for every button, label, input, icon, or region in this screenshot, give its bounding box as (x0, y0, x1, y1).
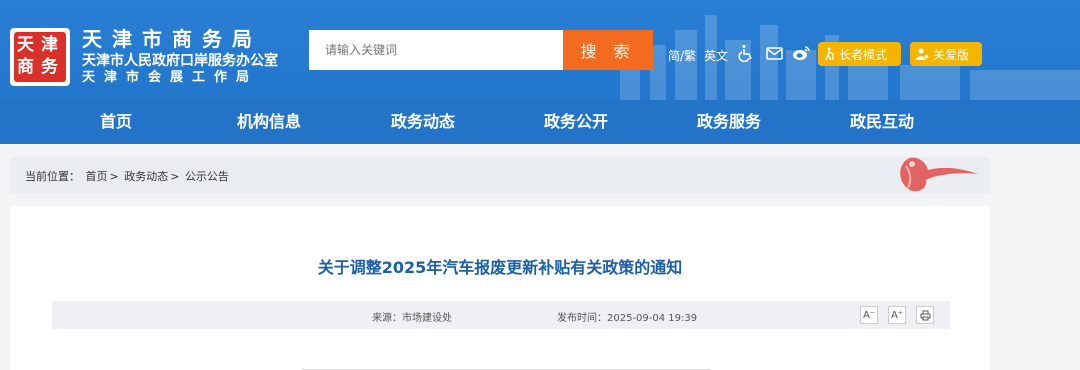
article-meta-bar: 来源：市场建设处 发布时间：2025-09-04 19:39 A⁻ A⁺ (52, 301, 950, 329)
print-button[interactable] (916, 306, 934, 324)
nav-item-org-info[interactable]: 机构信息 (237, 100, 301, 144)
font-decrease-button[interactable]: A⁻ (860, 306, 878, 324)
weibo-icon[interactable] (791, 43, 811, 63)
search-button[interactable]: 搜 索 (563, 30, 653, 70)
nav-item-gov-openness[interactable]: 政务公开 (544, 100, 608, 144)
ribbon-decoration (900, 157, 978, 192)
site-logo[interactable]: 天 津 商 务 (10, 28, 70, 86)
nav-item-gov-services[interactable]: 政务服务 (697, 100, 761, 144)
article-panel: 关于调整2025年汽车报废更新补贴有关政策的通知 来源：市场建设处 发布时间：2… (10, 206, 990, 370)
site-header: 天 津 商 务 天津市商务局 天津市人民政府口岸服务办公室 天津市会展工作局 搜… (0, 0, 1080, 100)
nav-item-gov-news[interactable]: 政务动态 (391, 100, 455, 144)
elder-mode-label: 长者模式 (839, 47, 888, 62)
article-publish-time: 发布时间：2025-09-04 19:39 (557, 313, 698, 324)
search-input[interactable] (309, 30, 563, 70)
lang-simple-trad-link[interactable]: 简/繁 (668, 47, 696, 64)
breadcrumb-item-gov-news[interactable]: 政务动态 (124, 170, 168, 183)
breadcrumb-separator: > (170, 170, 180, 183)
logo-seal: 天 津 商 务 (14, 32, 66, 82)
breadcrumb-trail: 当前位置： 首页 > 政务动态 > 公示公告 (25, 168, 231, 184)
nav-item-home[interactable]: 首页 (100, 100, 132, 144)
print-icon (920, 310, 930, 320)
care-person-icon (916, 48, 929, 61)
org-subtitle-port: 天津市人民政府口岸服务办公室 (82, 53, 278, 69)
font-increase-button[interactable]: A⁺ (888, 306, 906, 324)
breadcrumb-item-notices[interactable]: 公示公告 (185, 170, 229, 183)
article-source: 来源：市场建设处 (372, 313, 452, 324)
nav-item-interaction[interactable]: 政民互动 (850, 100, 914, 144)
care-mode-label: 关爱版 (933, 47, 970, 62)
org-name: 天津市商务局 (82, 27, 262, 51)
main-nav: 首页 机构信息 政务动态 政务公开 政务服务 政民互动 (0, 100, 1080, 144)
lang-english-link[interactable]: 英文 (704, 47, 728, 64)
elder-mode-button[interactable]: 长者模式 (818, 42, 901, 66)
breadcrumb-item-home[interactable]: 首页 (86, 170, 108, 183)
breadcrumb-separator: > (109, 170, 119, 183)
org-subtitle-exhibition: 天津市会展工作局 (82, 70, 259, 85)
article-title: 关于调整2025年汽车报废更新补贴有关政策的通知 (317, 258, 683, 277)
care-mode-button[interactable]: 关爱版 (910, 42, 982, 66)
accessibility-icon[interactable] (736, 43, 756, 63)
mail-icon[interactable] (764, 43, 784, 63)
elder-icon (824, 47, 835, 61)
breadcrumb: 当前位置： 首页 > 政务动态 > 公示公告 (10, 157, 990, 193)
breadcrumb-prefix: 当前位置： (25, 170, 80, 183)
